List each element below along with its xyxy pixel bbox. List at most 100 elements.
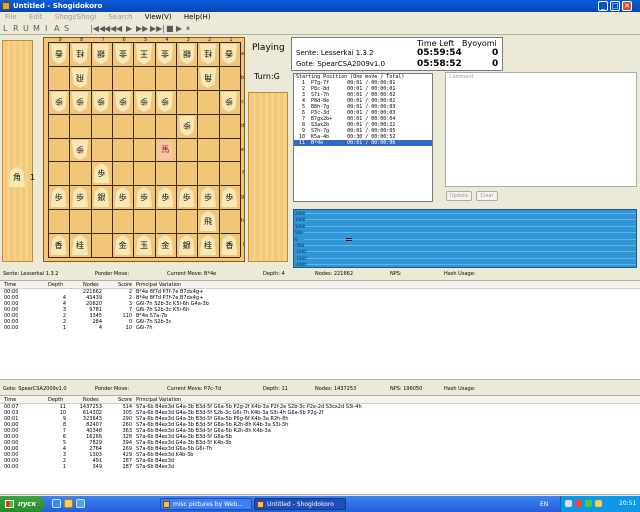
- gote-piece[interactable]: 桂: [198, 43, 218, 65]
- ie-quicklaunch-icon[interactable]: [52, 499, 61, 508]
- gote-piece[interactable]: 香: [49, 43, 69, 65]
- sente-piece[interactable]: 歩: [155, 186, 175, 208]
- toolbar-u-button[interactable]: U: [23, 24, 29, 34]
- column-pv[interactable]: Principal Variation: [136, 396, 181, 404]
- column-depth[interactable]: Depth: [48, 396, 63, 404]
- gote-piece[interactable]: 飛: [70, 67, 90, 89]
- gote-piece[interactable]: 銀: [91, 43, 111, 65]
- taskbar-item-shogidokoro[interactable]: Untitled - Shogidokoro: [254, 498, 346, 510]
- menu-file[interactable]: File: [0, 12, 22, 23]
- column-time[interactable]: Time: [4, 281, 16, 289]
- column-nodes[interactable]: Nodes: [83, 281, 99, 289]
- hand-piece-bishop[interactable]: 角: [7, 166, 27, 188]
- clear-button[interactable]: Clear: [476, 191, 498, 201]
- move-list[interactable]: Starting Position (One move / Total) 1 P…: [293, 73, 433, 202]
- menu-search[interactable]: Search: [103, 12, 137, 23]
- fast-forward-button[interactable]: ▶▶: [136, 24, 148, 34]
- close-button[interactable]: ✕: [622, 1, 632, 11]
- gote-piece[interactable]: 歩: [70, 91, 90, 113]
- column-score[interactable]: Score: [118, 396, 132, 404]
- tray-app-icon[interactable]: [585, 500, 592, 507]
- menu-help[interactable]: Help(H): [179, 12, 216, 23]
- sente-piece[interactable]: 金: [155, 234, 175, 256]
- sente-piece[interactable]: 馬: [155, 139, 175, 161]
- move-list-item-selected[interactable]: 11 B*4e 00:01 / 00:00:06: [294, 140, 432, 146]
- gote-piece[interactable]: 歩: [219, 91, 239, 113]
- sente-piece[interactable]: 歩: [49, 186, 69, 208]
- start-button[interactable]: пуск: [0, 496, 44, 512]
- column-nodes[interactable]: Nodes: [83, 396, 99, 404]
- menu-view[interactable]: View(V): [140, 12, 177, 23]
- engine1-info-table[interactable]: Time Depth Nodes Score Principal Variati…: [0, 280, 640, 380]
- menu-bar: File Edit Shogi/Shogi Search View(V) Hel…: [0, 12, 640, 23]
- gote-piece[interactable]: 歩: [113, 91, 133, 113]
- sente-piece[interactable]: 歩: [91, 162, 111, 184]
- gote-piece[interactable]: 銀: [177, 43, 197, 65]
- sente-piece[interactable]: 歩: [219, 186, 239, 208]
- engine1-name: Sente: Lesserkai 1.3.2: [3, 271, 59, 277]
- pause-button[interactable]: ⏸: [186, 24, 190, 34]
- taskbar-item-browser[interactable]: misc pictures by Web...: [160, 498, 252, 510]
- folder-quicklaunch-icon[interactable]: [64, 499, 73, 508]
- stop-button[interactable]: ■: [166, 24, 174, 34]
- toolbar-l-button[interactable]: L: [3, 24, 7, 34]
- sente-piece[interactable]: 桂: [198, 234, 218, 256]
- time-left-label: Time Left: [417, 39, 455, 48]
- gote-piece[interactable]: 角: [198, 67, 218, 89]
- table-row[interactable]: 00:00 1 349 287 S7a-6b B4ex3d: [0, 464, 640, 470]
- play-button[interactable]: ▶: [176, 24, 182, 34]
- media-quicklaunch-icon[interactable]: [76, 499, 85, 508]
- gote-piece[interactable]: 金: [113, 43, 133, 65]
- gote-piece[interactable]: 歩: [177, 115, 197, 137]
- board-grid: 987654321abcdefghi香桂銀金王金銀桂香飛角歩歩歩歩歩歩歩歩歩歩歩…: [48, 37, 244, 258]
- gote-piece[interactable]: 香: [219, 43, 239, 65]
- language-indicator[interactable]: EN: [540, 501, 548, 508]
- menu-edit[interactable]: Edit: [24, 12, 48, 23]
- sente-piece[interactable]: 香: [49, 234, 69, 256]
- last-move-button[interactable]: ▶▶|: [150, 24, 165, 34]
- gote-piece[interactable]: 歩: [49, 91, 69, 113]
- toolbar-i-button[interactable]: I: [45, 24, 47, 34]
- maximize-button[interactable]: □: [610, 1, 620, 11]
- gote-piece[interactable]: 歩: [91, 91, 111, 113]
- sente-piece[interactable]: 銀: [177, 234, 197, 256]
- column-score[interactable]: Score: [118, 281, 132, 289]
- gote-piece[interactable]: 歩: [134, 91, 154, 113]
- sente-piece[interactable]: 金: [113, 234, 133, 256]
- sente-piece[interactable]: 歩: [198, 186, 218, 208]
- sente-piece[interactable]: 歩: [134, 186, 154, 208]
- toolbar-r-button[interactable]: R: [13, 24, 19, 34]
- sente-piece[interactable]: 飛: [198, 210, 218, 232]
- gote-piece[interactable]: 王: [134, 43, 154, 65]
- gote-piece[interactable]: 歩: [155, 91, 175, 113]
- gote-piece[interactable]: 歩: [70, 139, 90, 161]
- fast-back-button[interactable]: ◀◀: [104, 24, 116, 34]
- tray-volume-icon[interactable]: [595, 500, 602, 507]
- tray-security-icon[interactable]: [575, 500, 582, 507]
- update-button[interactable]: Update: [446, 191, 472, 201]
- back-button[interactable]: ◀: [116, 24, 122, 34]
- toolbar-s-button[interactable]: S: [64, 24, 69, 34]
- forward-button[interactable]: ▶: [126, 24, 132, 34]
- sente-piece[interactable]: 玉: [134, 234, 154, 256]
- column-pv[interactable]: Principal Variation: [136, 281, 181, 289]
- gote-piece[interactable]: 金: [155, 43, 175, 65]
- sente-piece[interactable]: 歩: [113, 186, 133, 208]
- sente-piece[interactable]: 歩: [70, 186, 90, 208]
- toolbar-a-button[interactable]: A: [54, 24, 59, 34]
- minimize-button[interactable]: _: [598, 1, 608, 11]
- engine2-info-table[interactable]: Time Depth Nodes Score Principal Variati…: [0, 395, 640, 495]
- comment-box[interactable]: Comment: [445, 72, 637, 187]
- tray-network-icon[interactable]: [565, 500, 572, 507]
- column-depth[interactable]: Depth: [48, 281, 63, 289]
- first-move-button[interactable]: |◀◀: [90, 24, 105, 34]
- table-row[interactable]: 00:00 1 4 10 G6i-7h: [0, 325, 640, 331]
- sente-piece[interactable]: 桂: [70, 234, 90, 256]
- gote-piece[interactable]: 桂: [70, 43, 90, 65]
- sente-piece[interactable]: 歩: [177, 186, 197, 208]
- sente-piece[interactable]: 銀: [91, 186, 111, 208]
- toolbar-m-button[interactable]: M: [33, 24, 40, 34]
- column-time[interactable]: Time: [4, 396, 16, 404]
- sente-piece[interactable]: 香: [219, 234, 239, 256]
- menu-shogi[interactable]: Shogi/Shogi: [50, 12, 101, 23]
